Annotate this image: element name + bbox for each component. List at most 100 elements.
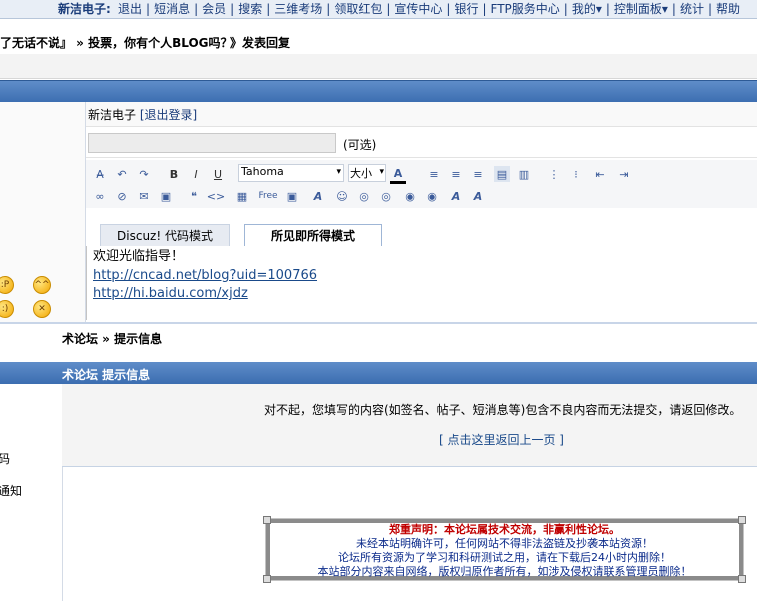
align-right-icon[interactable]: ≡ [470,166,486,182]
nav-items: 退出 | 短消息 | 会员 | 搜索 | 三维考场 | 领取红包 | 宣传中心 | 银行 | FTP服务中心 | 我… [118,0,740,18]
size-value: 大小 [350,167,372,180]
remove-format-icon[interactable]: A̶ [92,166,108,182]
nav-separator: | [482,2,487,16]
windows-media-icon[interactable]: ◎ [378,188,394,204]
font-a3-icon[interactable]: A [470,188,486,204]
sidebar-2: 码 通知 [0,384,63,601]
tab-code-mode[interactable]: Discuz! 代码模式 [100,224,230,247]
top-nav: 新洁电子: 退出 | 短消息 | 会员 | 搜索 | 三维考场 | 领取红包 | 宣传中心 | 银行 | FTP… [0,0,757,19]
logout-link[interactable]: [退出登录] [140,108,197,122]
nav-link[interactable]: FTP服务中心 [491,2,560,16]
size-select[interactable]: 大小 ▾ [348,164,386,182]
disclaimer-line: 论坛所有资源为了学习和科研测试之用，请在下载后24小时内删除！ [338,551,671,564]
nav-brand: 新洁电子: [58,2,111,16]
nav-link[interactable]: 短消息 [154,2,190,16]
font-a-icon[interactable]: A [310,188,326,204]
unordered-list-icon[interactable]: ⁝ [568,166,584,182]
unlink-icon[interactable]: ⊘ [114,188,130,204]
smiley-icon[interactable]: :) [0,300,14,318]
nav-link[interactable]: 宣传中心 [394,2,442,16]
editor-link[interactable]: http://hi.baidu.com/xjdz [93,285,248,303]
sidebar-item[interactable]: 码 [0,450,10,467]
code-icon[interactable]: <> [207,188,225,204]
editor-text-line: 欢迎光临指导！ [93,249,185,264]
back-link[interactable]: [ 点击这里返回上一页 ] [439,431,564,448]
quote-icon[interactable]: ❝ [186,188,202,204]
subject-row: (可选) [86,127,757,158]
smiley-icon[interactable]: :P [0,276,14,294]
nav-link[interactable]: 帮助 [716,2,740,16]
nav-link[interactable]: 控制面板▾ [614,2,668,16]
nav-link[interactable]: 统计 [680,2,704,16]
subject-input[interactable] [88,133,336,153]
box-corner [738,516,746,524]
chevron-down-icon: ▾ [379,167,384,177]
float-left-icon[interactable]: ▤ [494,166,510,182]
font-a2-icon[interactable]: A [448,188,464,204]
indent-icon[interactable]: ⇥ [616,166,632,182]
nav-link[interactable]: 退出 [118,2,142,16]
box-corner [263,516,271,524]
font-color-icon[interactable]: A [390,165,406,184]
align-left-icon[interactable]: ≡ [426,166,442,182]
disclaimer-line: 未经本站明确许可，任何网站不得非法盗链及抄袭本站资源！ [356,537,653,550]
italic-icon[interactable]: I [188,166,204,182]
breadcrumb: 了无话不说』 » 投票，你有个人BLOG吗？ 》发表回复 [0,30,757,54]
subject-optional-label: (可选) [343,138,377,152]
bold-icon[interactable]: B [166,166,182,182]
nav-separator: | [326,2,331,16]
qq-icon[interactable]: ☺ [334,188,350,204]
image-icon[interactable]: ▣ [158,188,174,204]
nav-link[interactable]: 会员 [202,2,226,16]
free-icon[interactable]: Free [256,188,280,204]
disclaimer-title: 郑重声明：本论坛属技术交流，非赢利性论坛。 [385,523,624,537]
editor-toolbar: A̶ ↶ ↷ B I U Tahoma ▾ 大小 ▾ A ≡ ≡ ≡ ▤ ▥ ⋮… [86,160,757,208]
redo-icon[interactable]: ↷ [136,166,152,182]
outdent-icon[interactable]: ⇤ [592,166,608,182]
section-header-bar [0,80,757,103]
real-media-icon[interactable]: ◎ [356,188,372,204]
email-icon[interactable]: ✉ [136,188,152,204]
smiley-icon[interactable]: ^^ [33,276,51,294]
nav-separator: | [386,2,391,16]
editor-content[interactable]: 欢迎光临指导！ http://cncad.net/blog?uid=100766… [86,246,757,320]
nav-separator: | [146,2,151,16]
hide-icon[interactable]: ▣ [284,188,300,204]
nav-link[interactable]: 三维考场 [274,2,322,16]
ordered-list-icon[interactable]: ⋮ [546,166,562,182]
nav-separator: | [605,2,610,16]
section-header-bar-2: 术论坛 提示信息 [0,362,757,384]
nav-link[interactable]: 我的▾ [572,2,602,16]
editor-mode-tabs: Discuz! 代码模式 所见即所得模式 [86,222,757,248]
nav-separator: | [194,2,199,16]
breadcrumb-path: 了无话不说』 » 投票，你有个人BLOG吗？ [0,36,233,50]
nav-link[interactable]: 银行 [454,2,478,16]
undo-icon[interactable]: ↶ [114,166,130,182]
link-icon[interactable]: ∞ [92,188,108,204]
section-header-title: 术论坛 提示信息 [62,368,151,382]
align-center-icon[interactable]: ≡ [448,166,464,182]
smiley-icon[interactable]: ✕ [33,300,51,318]
tab-wysiwyg-mode[interactable]: 所见即所得模式 [244,224,382,248]
editor-link[interactable]: http://cncad.net/blog?uid=100766 [93,267,317,285]
audio-icon[interactable]: ◉ [424,188,440,204]
sidebar: :P ^^ :) ✕ :o ;) [0,102,86,344]
box-corner [263,575,271,583]
nav-separator: | [707,2,713,16]
breadcrumb-2-text: 术论坛 » 提示信息 [62,332,163,346]
table-icon[interactable]: ▦ [234,188,250,204]
box-corner [738,575,746,583]
disclaimer-box: 郑重声明：本论坛属技术交流，非赢利性论坛。 未经本站明确许可，任何网站不得非法盗… [263,516,746,583]
flash-icon[interactable]: ◉ [402,188,418,204]
nav-separator: | [446,2,451,16]
chevron-down-icon: ▾ [336,167,341,177]
username: 新洁电子 [88,108,137,122]
underline-icon[interactable]: U [210,166,226,182]
float-right-icon[interactable]: ▥ [516,166,532,182]
nav-separator: | [266,2,271,16]
nav-separator: | [671,2,676,16]
font-select[interactable]: Tahoma ▾ [238,164,344,182]
nav-link[interactable]: 搜索 [238,2,262,16]
sidebar-item[interactable]: 通知 [0,482,22,499]
nav-link[interactable]: 领取红包 [334,2,382,16]
